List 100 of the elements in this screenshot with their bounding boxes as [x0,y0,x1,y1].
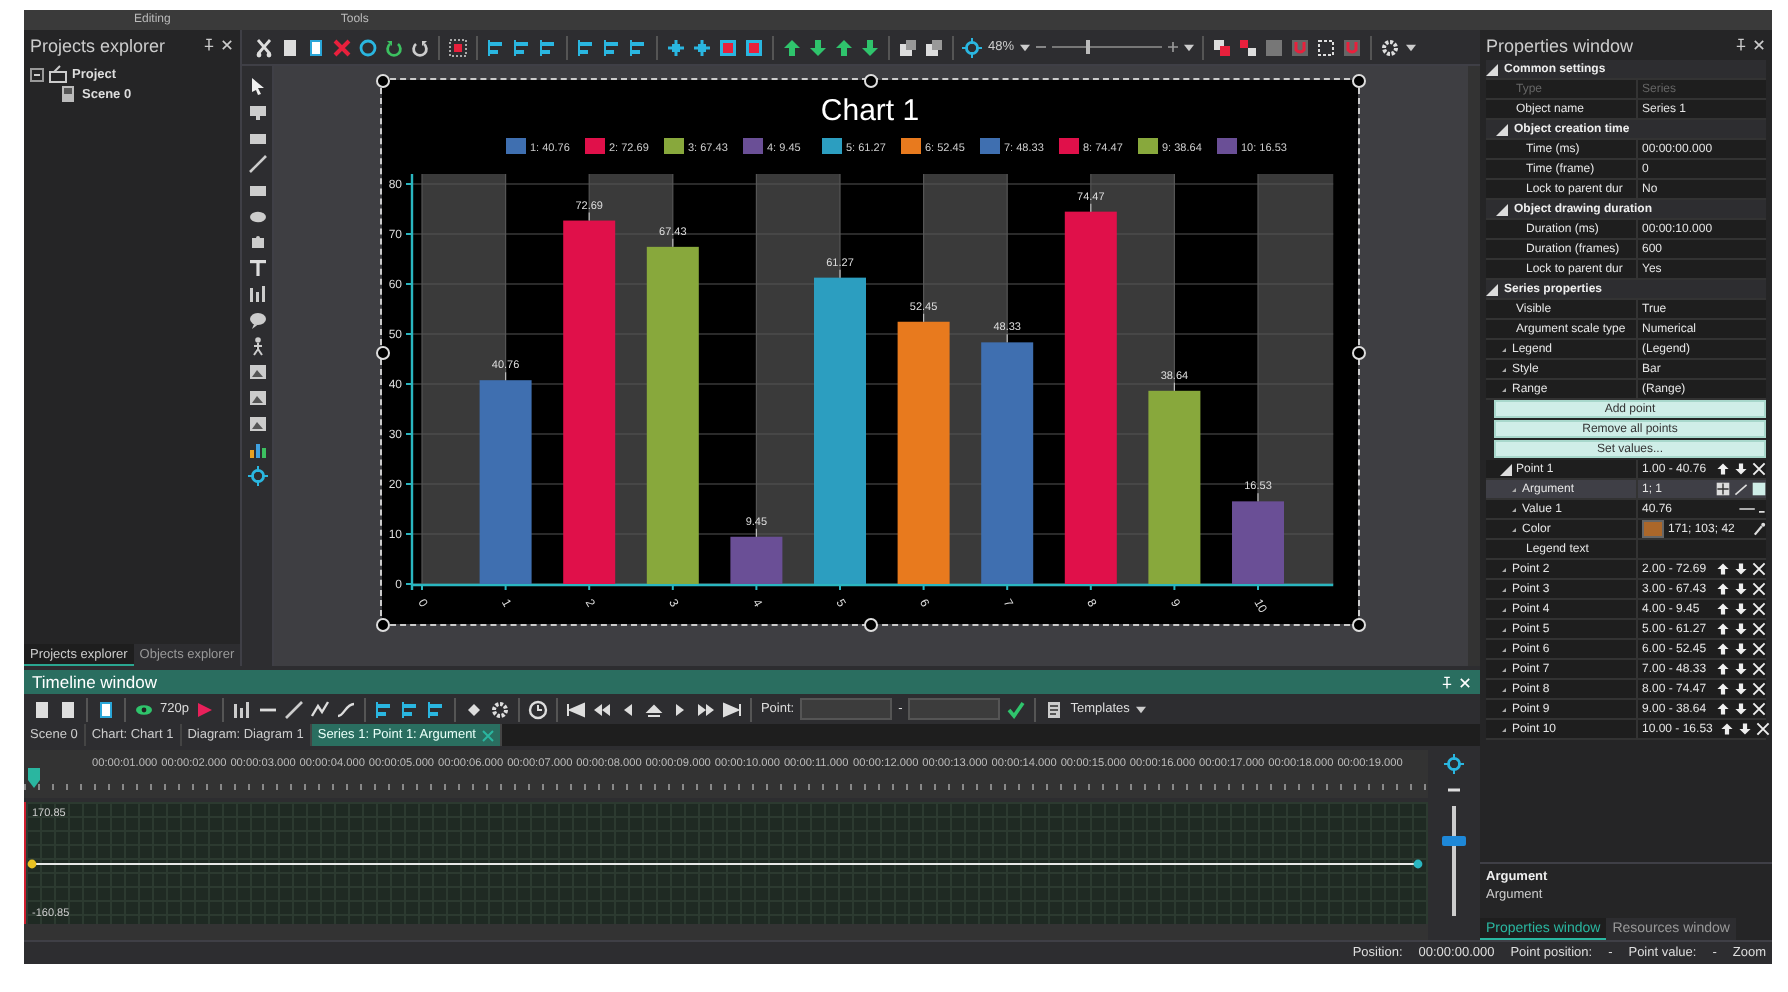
navigation-icon[interactable] [592,699,613,719]
caret-icon[interactable] [1184,43,1195,51]
input-field[interactable] [800,698,893,720]
scrollbar[interactable] [24,924,1428,940]
align-icon[interactable] [576,37,596,57]
align-icon[interactable] [426,699,447,719]
pin-icon[interactable] [202,38,216,52]
speech-bubble-icon[interactable] [247,310,267,330]
resize-handle[interactable] [375,73,389,87]
scene-icon [58,84,78,104]
fit-icon[interactable] [666,37,686,57]
settings-icon[interactable] [1380,37,1401,57]
panel-title: Timeline window [32,672,158,692]
slider-thumb[interactable] [1442,836,1466,847]
scrollbar[interactable] [1468,66,1480,666]
chart-icon[interactable] [247,440,267,460]
line-icon[interactable] [1738,502,1766,516]
color-swatch[interactable] [1642,520,1664,538]
chart-title: Chart 1 [820,94,920,128]
time-ruler[interactable] [24,750,1428,798]
shape-icon[interactable] [247,232,267,252]
slide-icon[interactable] [247,102,267,122]
navigation-icon[interactable] [696,699,717,719]
resize-handle[interactable] [375,617,389,631]
arrow-down-icon[interactable] [860,37,880,57]
playhead-icon[interactable] [28,768,40,788]
ellipse-icon[interactable] [247,206,267,226]
pin-icon[interactable] [1734,38,1748,52]
caret-icon[interactable] [1020,43,1031,51]
eyedropper-icon[interactable] [1752,522,1766,536]
input-field[interactable] [908,698,1001,720]
text-tool-icon[interactable] [247,258,267,278]
bars-icon[interactable] [247,284,267,304]
plus-icon[interactable] [1168,42,1179,52]
resize-handle[interactable] [1351,345,1365,359]
bar[interactable] [897,321,950,584]
layers-icon[interactable] [1212,37,1233,57]
project-icon [48,64,68,84]
eye-icon[interactable] [134,699,154,719]
keyframe-icon[interactable] [464,699,485,719]
close-icon[interactable] [1752,38,1766,52]
templates-icon[interactable] [1044,699,1065,719]
collapse-toggle-icon[interactable] [30,67,44,81]
bar[interactable] [1064,211,1117,584]
navigation-icon[interactable] [722,699,743,719]
check-icon[interactable] [1006,699,1027,719]
settings-icon[interactable] [490,699,511,719]
resize-handle[interactable] [863,617,877,631]
selection-icon[interactable] [448,37,468,57]
navigation-icon[interactable] [566,699,587,719]
clock-icon[interactable] [528,699,549,719]
crosshair-icon[interactable] [962,37,982,57]
diagonal-line-icon[interactable] [1734,482,1748,496]
align-icon[interactable] [602,37,622,57]
rectangle-icon[interactable] [247,128,267,148]
move-up-icon[interactable] [1716,462,1730,476]
align-icon[interactable] [538,37,558,57]
line-icon[interactable] [247,154,267,174]
resize-handle[interactable] [1351,617,1365,631]
crosshair-icon[interactable] [1444,754,1464,774]
layers-icon[interactable] [1238,37,1259,57]
caret-icon[interactable] [1406,43,1417,51]
figure-icon[interactable] [247,336,267,356]
panel-title: Projects explorer [30,35,166,55]
polyline-icon[interactable] [310,699,331,719]
close-icon[interactable] [220,38,234,52]
bar[interactable] [1148,390,1201,584]
bar[interactable] [646,246,699,584]
bars-icon[interactable] [232,699,253,719]
align-icon[interactable] [628,37,648,57]
fit-icon[interactable] [692,37,712,57]
arrow-down-icon[interactable] [808,37,828,57]
align-icon[interactable] [486,37,506,57]
align-icon[interactable] [512,37,532,57]
swatch-icon[interactable] [1752,482,1766,496]
undo-icon[interactable] [384,37,404,57]
panel-title: Properties window [1486,35,1634,55]
align-icon[interactable] [374,699,395,719]
pointer-icon[interactable] [247,76,267,96]
move-down-icon[interactable] [1734,462,1748,476]
resize-handle[interactable] [1351,73,1365,87]
rectangle-icon[interactable] [247,180,267,200]
redo-icon[interactable] [410,37,430,57]
line-icon[interactable] [284,699,305,719]
move-icon[interactable] [247,466,267,486]
scissors-icon[interactable] [254,37,274,57]
circle-icon[interactable] [358,37,378,57]
arrow-up-icon[interactable] [834,37,854,57]
image-icon[interactable] [247,362,267,382]
curve-icon[interactable] [336,699,357,719]
play-icon[interactable] [194,699,215,719]
resize-handle[interactable] [863,73,877,87]
slider-thumb[interactable] [1086,40,1091,54]
caret-icon[interactable] [1135,705,1146,713]
arrow-up-icon[interactable] [782,37,802,57]
align-icon[interactable] [400,699,421,719]
navigation-icon[interactable] [644,699,665,719]
resize-handle[interactable] [375,345,389,359]
grid-icon[interactable] [1716,482,1730,496]
frame-icon[interactable] [1316,37,1337,57]
